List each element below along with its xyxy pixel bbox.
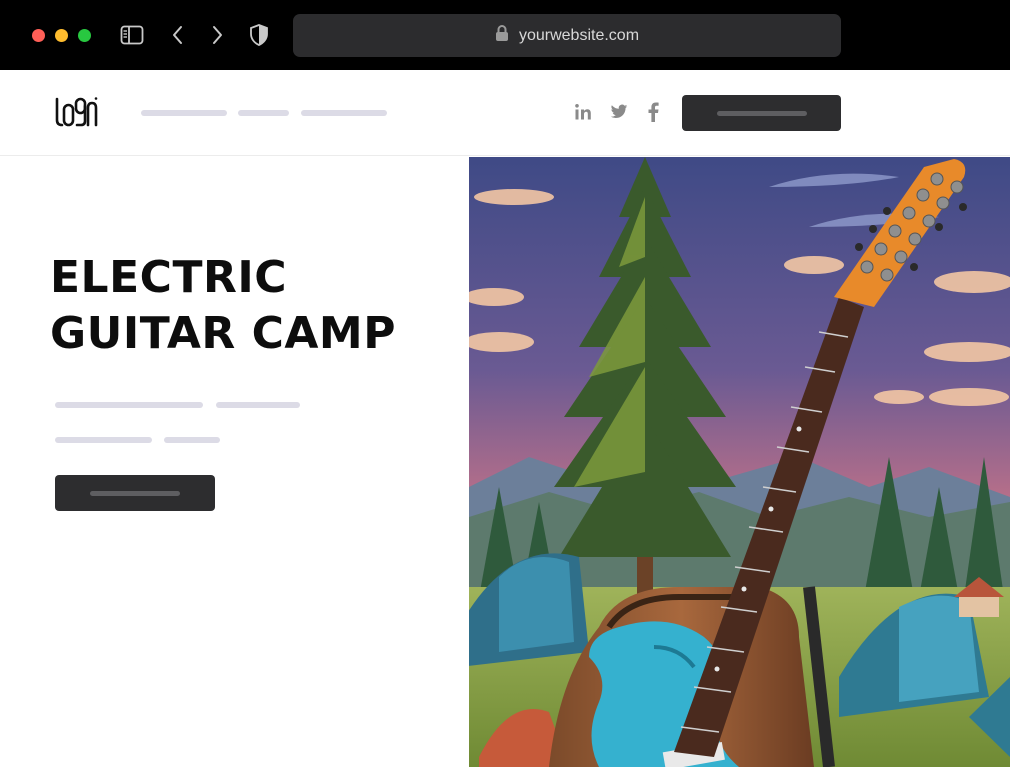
browser-toolbar: yourwebsite.com <box>0 0 1010 70</box>
button-label-placeholder <box>90 490 180 496</box>
hero-title: ELECTRIC GUITAR CAMP <box>50 250 396 362</box>
twitter-icon[interactable] <box>609 102 629 122</box>
linkedin-icon[interactable] <box>573 102 593 122</box>
nav-link-placeholder-1[interactable] <box>141 110 227 116</box>
guitar-camp-illustration <box>469 157 1010 767</box>
hero-title-line-2: GUITAR CAMP <box>50 308 396 359</box>
lock-icon <box>495 24 509 47</box>
body-text-placeholder <box>216 402 300 408</box>
close-window-button[interactable] <box>32 29 45 42</box>
hero-cta-button[interactable] <box>55 475 215 511</box>
facebook-icon[interactable] <box>643 102 663 122</box>
body-text-placeholder <box>164 437 220 443</box>
url-text: yourwebsite.com <box>518 26 640 44</box>
minimize-window-button[interactable] <box>55 29 68 42</box>
button-label-placeholder <box>716 110 807 116</box>
site-header <box>0 70 1010 156</box>
body-text-placeholder <box>55 437 152 443</box>
hero-title-line-1: ELECTRIC <box>50 252 287 303</box>
sidebar-toggle-icon[interactable] <box>119 22 145 48</box>
zoom-window-button[interactable] <box>78 29 91 42</box>
back-chevron-icon[interactable] <box>165 22 191 48</box>
logo-wordmark-icon[interactable] <box>54 96 98 128</box>
body-text-placeholder <box>55 402 203 408</box>
nav-link-placeholder-2[interactable] <box>238 110 289 116</box>
shield-icon[interactable] <box>246 22 272 48</box>
header-cta-button[interactable] <box>682 95 841 131</box>
nav-link-placeholder-3[interactable] <box>301 110 387 116</box>
forward-chevron-icon[interactable] <box>204 22 230 48</box>
address-bar[interactable]: yourwebsite.com <box>293 14 841 57</box>
